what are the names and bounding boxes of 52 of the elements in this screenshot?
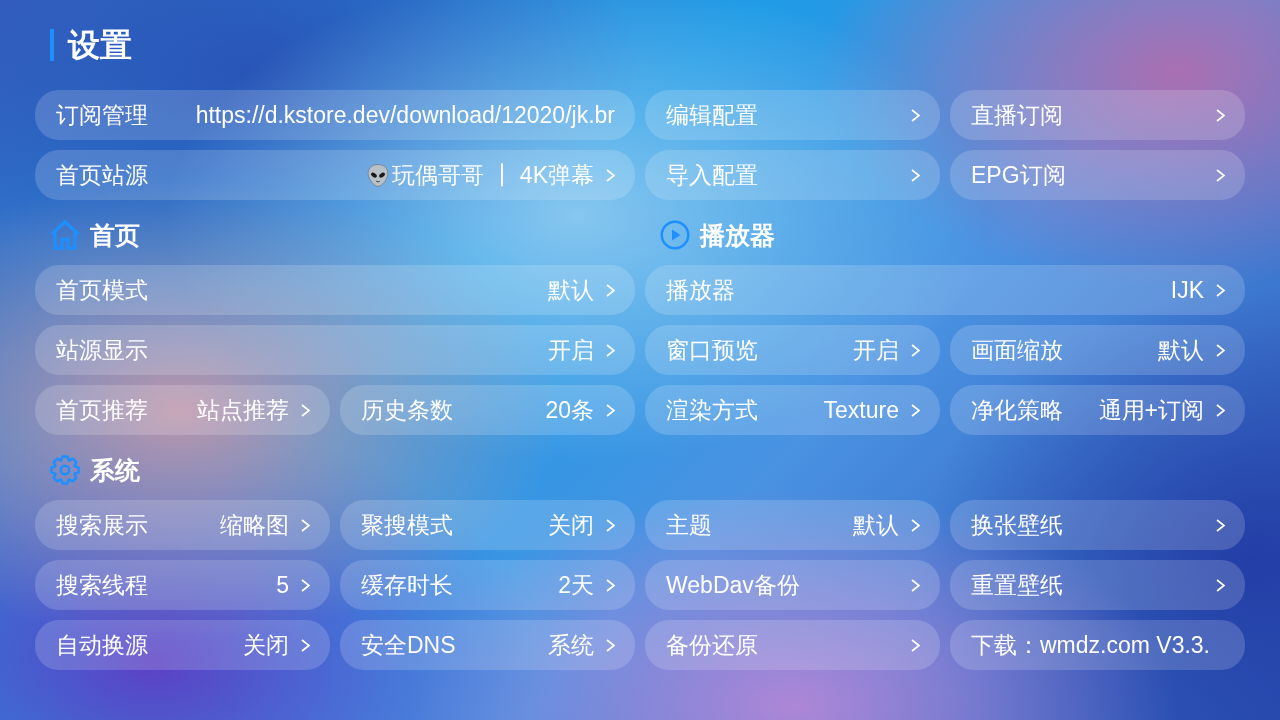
- setting-value: 开启: [853, 335, 899, 365]
- setting-item[interactable]: 窗口预览 开启: [645, 325, 940, 375]
- setting-item[interactable]: 下载：wmdz.com V3.3.: [950, 620, 1245, 670]
- setting-value: 通用+订阅: [1098, 395, 1204, 425]
- setting-item[interactable]: 画面缩放 默认: [950, 325, 1245, 375]
- setting-item[interactable]: 直播订阅: [950, 90, 1245, 140]
- section-title: 首页: [90, 220, 140, 250]
- setting-item[interactable]: 首页模式 默认: [35, 265, 635, 315]
- setting-value: 系统: [548, 630, 594, 660]
- setting-value: 站点推荐: [197, 395, 289, 425]
- setting-value: 默认: [1158, 335, 1204, 365]
- setting-item[interactable]: 站源显示 开启: [35, 325, 635, 375]
- setting-item[interactable]: 搜索展示 缩略图: [35, 500, 330, 550]
- setting-item[interactable]: 净化策略 通用+订阅: [950, 385, 1245, 435]
- settings-icon: [50, 455, 80, 485]
- setting-item[interactable]: 渲染方式 Texture: [645, 385, 940, 435]
- setting-item[interactable]: 编辑配置: [645, 90, 940, 140]
- setting-item[interactable]: 播放器 IJK: [645, 265, 1245, 315]
- home-icon: [50, 220, 80, 250]
- setting-item[interactable]: 订阅管理 https://d.kstore.dev/download/12020/jk.br: [35, 90, 635, 140]
- setting-item[interactable]: WebDav备份: [645, 560, 940, 610]
- setting-value: 2天: [558, 570, 594, 600]
- setting-value: 关闭: [243, 630, 289, 660]
- setting-value: 默认: [548, 275, 594, 305]
- setting-value: 开启: [548, 335, 594, 365]
- setting-item[interactable]: 自动换源 关闭: [35, 620, 330, 670]
- page-title: 设置: [50, 29, 132, 61]
- setting-item[interactable]: 重置壁纸: [950, 560, 1245, 610]
- section-title: 播放器: [700, 220, 775, 250]
- setting-value: 5: [276, 571, 289, 599]
- setting-value: 关闭: [548, 510, 594, 540]
- setting-item[interactable]: EPG订阅: [950, 150, 1245, 200]
- setting-value: 20条: [545, 395, 594, 425]
- setting-item[interactable]: 安全DNS 系统: [340, 620, 635, 670]
- setting-item[interactable]: 聚搜模式 关闭: [340, 500, 635, 550]
- setting-value: 默认: [853, 510, 899, 540]
- setting-value: IJK: [1170, 276, 1204, 304]
- setting-item[interactable]: 历史条数 20条: [340, 385, 635, 435]
- setting-value: 缩略图: [220, 510, 289, 540]
- setting-item[interactable]: 备份还原: [645, 620, 940, 670]
- play-icon: [660, 220, 690, 250]
- setting-item[interactable]: 主题 默认: [645, 500, 940, 550]
- section-title: 系统: [90, 455, 140, 485]
- setting-item[interactable]: 搜索线程 5: [35, 560, 330, 610]
- setting-item[interactable]: 首页推荐 站点推荐: [35, 385, 330, 435]
- setting-item[interactable]: 导入配置: [645, 150, 940, 200]
- setting-value: https://d.kstore.dev/download/12020/jk.br: [195, 101, 615, 129]
- setting-item[interactable]: 首页站源 玩偶哥哥 ┃ 4K弹幕: [35, 150, 635, 200]
- setting-value: Texture: [823, 396, 899, 424]
- setting-item[interactable]: 换张壁纸: [950, 500, 1245, 550]
- setting-item[interactable]: 缓存时长 2天: [340, 560, 635, 610]
- setting-value: 玩偶哥哥 ┃ 4K弹幕: [392, 160, 594, 190]
